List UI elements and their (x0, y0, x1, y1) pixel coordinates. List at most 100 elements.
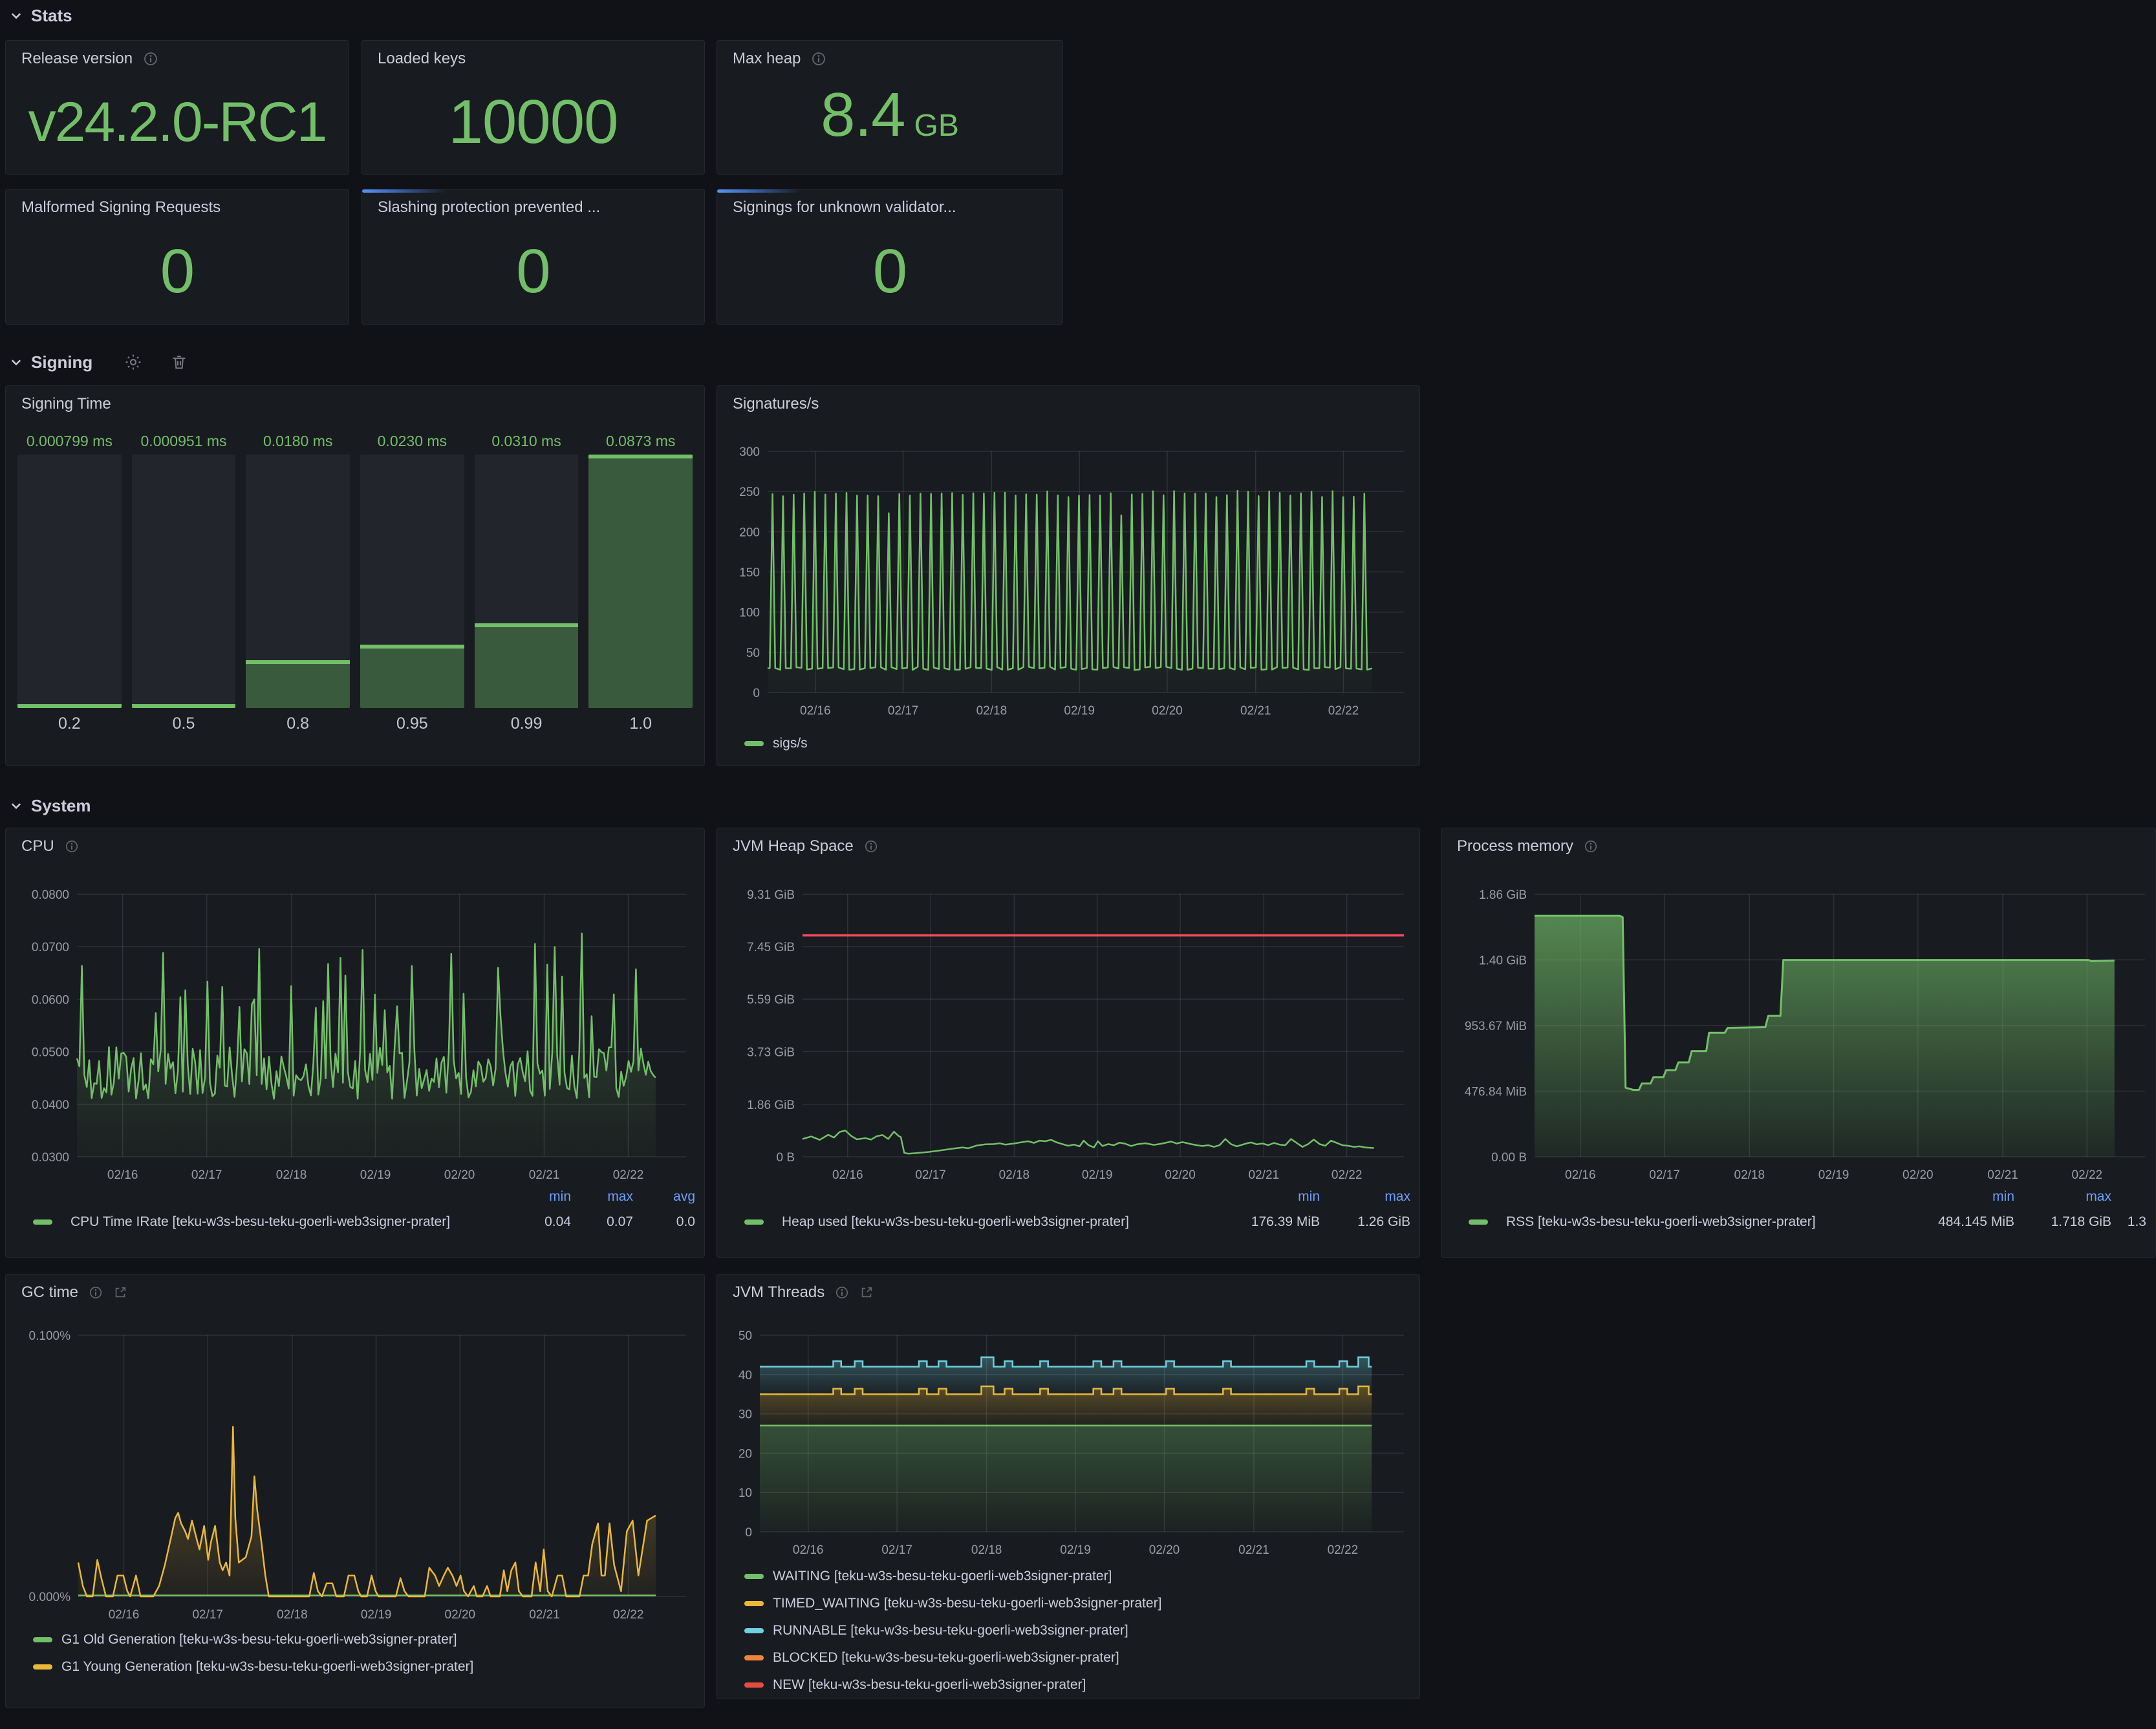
info-icon[interactable] (864, 839, 878, 854)
svg-text:1.40 GiB: 1.40 GiB (1479, 954, 1527, 968)
legend-header-max[interactable]: max (2014, 1189, 2111, 1205)
panel-title[interactable]: Loaded keys (378, 50, 466, 68)
svg-text:02/22: 02/22 (2072, 1168, 2103, 1182)
legend-item-sigs[interactable]: sigs/s (744, 730, 1410, 757)
svg-text:30: 30 (738, 1408, 752, 1422)
panel-unknown-validator: Signings for unknown validator... 0 (717, 189, 1063, 325)
svg-text:02/16: 02/16 (793, 1543, 824, 1557)
process-memory-chart[interactable]: 0.00 B476.84 MiB953.67 MiB1.40 GiB1.86 G… (1450, 859, 2146, 1183)
jvm-heap-chart[interactable]: 0 B1.86 GiB3.73 GiB5.59 GiB7.45 GiB9.31 … (726, 859, 1410, 1183)
svg-text:0: 0 (745, 1526, 752, 1540)
panel-title[interactable]: Slashing protection prevented ... (378, 199, 600, 217)
gear-icon[interactable] (124, 352, 143, 372)
chevron-down-icon (9, 799, 23, 813)
svg-text:02/21: 02/21 (529, 1168, 560, 1182)
panel-loading-indicator (362, 189, 446, 193)
panel-max-heap: Max heap 8.4 GB (717, 40, 1063, 175)
stat-value: 8.4 (821, 80, 905, 151)
external-link-icon[interactable] (113, 1285, 127, 1300)
panel-title[interactable]: Signing Time (21, 395, 111, 413)
panel-loaded-keys: Loaded keys 10000 (361, 40, 705, 175)
panel-title[interactable]: GC time (21, 1283, 78, 1302)
trash-icon[interactable] (170, 353, 188, 371)
legend-item-timed-waiting[interactable]: TIMED_WAITING [teku-w3s-besu-teku-goerli… (744, 1590, 1410, 1617)
panel-release-version: Release version v24.2.0-RC1 (5, 40, 349, 175)
svg-text:02/21: 02/21 (529, 1608, 560, 1622)
legend-header-min[interactable]: min (1210, 1189, 1320, 1205)
svg-text:0.0600: 0.0600 (32, 993, 69, 1007)
svg-text:5.59 GiB: 5.59 GiB (747, 993, 795, 1007)
cpu-chart[interactable]: 0.03000.04000.05000.06000.07000.080002/1… (15, 859, 695, 1183)
svg-text:02/21: 02/21 (1240, 704, 1271, 718)
legend-item-new[interactable]: NEW [teku-w3s-besu-teku-goerli-web3signe… (744, 1671, 1410, 1699)
svg-text:02/22: 02/22 (613, 1168, 644, 1182)
svg-text:02/16: 02/16 (832, 1168, 863, 1182)
info-icon[interactable] (143, 51, 158, 67)
svg-text:02/20: 02/20 (1165, 1168, 1196, 1182)
jvm-threads-chart[interactable]: 0102030405002/1602/1702/1802/1902/2002/2… (726, 1305, 1410, 1560)
svg-text:0.000%: 0.000% (29, 1591, 71, 1604)
chevron-down-icon (9, 8, 23, 23)
svg-text:100: 100 (739, 607, 760, 620)
legend-color-dash (744, 1628, 764, 1633)
bar-gauge-cell: 0.0873 ms 1.0 (588, 433, 693, 733)
legend-color-dash (33, 1664, 52, 1670)
legend-header-avg[interactable]: avg (633, 1189, 695, 1205)
grafana-dashboard: Stats Release version v24.2.0-RC1 Loaded… (0, 0, 2156, 1729)
svg-text:0.0400: 0.0400 (32, 1099, 69, 1112)
svg-text:20: 20 (738, 1447, 752, 1461)
panel-signing-time: Signing Time 0.000799 ms 0.2 0.000951 ms… (5, 385, 705, 766)
svg-text:150: 150 (739, 566, 760, 580)
bar-gauge-cell: 0.000799 ms 0.2 (17, 433, 122, 733)
legend-item-waiting[interactable]: WAITING [teku-w3s-besu-teku-goerli-web3s… (744, 1563, 1410, 1590)
svg-text:02/18: 02/18 (276, 1168, 307, 1182)
svg-text:02/18: 02/18 (999, 1168, 1030, 1182)
panel-title[interactable]: Malformed Signing Requests (21, 199, 221, 217)
svg-text:02/17: 02/17 (888, 704, 919, 718)
panel-title[interactable]: JVM Heap Space (733, 837, 854, 855)
panel-title[interactable]: Signatures/s (733, 395, 819, 413)
svg-text:476.84 MiB: 476.84 MiB (1465, 1085, 1527, 1099)
info-icon[interactable] (811, 51, 826, 67)
info-icon[interactable] (65, 839, 79, 854)
panel-cpu: CPU 0.03000.04000.05000.06000.07000.0800… (5, 828, 705, 1258)
legend-item-g1-old[interactable]: G1 Old Generation [teku-w3s-besu-teku-go… (33, 1626, 695, 1653)
legend-header-min[interactable]: min (509, 1189, 571, 1205)
panel-title[interactable]: Release version (21, 50, 133, 68)
svg-text:02/17: 02/17 (192, 1608, 223, 1622)
svg-text:02/18: 02/18 (1734, 1168, 1765, 1182)
info-icon[interactable] (1584, 839, 1598, 854)
svg-text:0.00 B: 0.00 B (1491, 1151, 1527, 1165)
panel-title[interactable]: CPU (21, 837, 54, 855)
svg-text:0: 0 (753, 687, 760, 700)
legend-color-dash (744, 1574, 764, 1579)
svg-text:02/20: 02/20 (445, 1608, 476, 1622)
gc-time-chart[interactable]: 0.000%0.100%02/1602/1702/1802/1902/2002/… (15, 1305, 695, 1624)
section-signing[interactable]: Signing (9, 347, 188, 378)
stat-value: 0 (873, 236, 907, 307)
panel-title[interactable]: Signings for unknown validator... (733, 199, 956, 217)
svg-text:0.0700: 0.0700 (32, 941, 69, 954)
info-icon[interactable] (89, 1285, 103, 1300)
panel-title[interactable]: Process memory (1457, 837, 1573, 855)
legend-header-max[interactable]: max (1320, 1189, 1410, 1205)
legend-color-dash (1469, 1219, 1488, 1225)
legend-header-min[interactable]: min (1904, 1189, 2014, 1205)
panel-title[interactable]: Max heap (733, 50, 801, 68)
external-link-icon[interactable] (859, 1285, 874, 1300)
legend-item-g1-young[interactable]: G1 Young Generation [teku-w3s-besu-teku-… (33, 1653, 695, 1681)
svg-text:02/17: 02/17 (191, 1168, 222, 1182)
panel-title[interactable]: JVM Threads (733, 1283, 825, 1302)
legend-item-runnable[interactable]: RUNNABLE [teku-w3s-besu-teku-goerli-web3… (744, 1617, 1410, 1644)
signatures-chart[interactable]: 05010015020025030002/1602/1702/1802/1902… (726, 417, 1410, 727)
section-stats[interactable]: Stats (9, 0, 72, 31)
svg-text:02/21: 02/21 (1249, 1168, 1280, 1182)
chevron-down-icon (9, 355, 23, 369)
stat-value: 0 (160, 236, 194, 307)
signing-time-bar-gauge[interactable]: 0.000799 ms 0.2 0.000951 ms 0.5 0.0180 m… (15, 433, 695, 733)
legend-header-max[interactable]: max (571, 1189, 633, 1205)
info-icon[interactable] (835, 1285, 849, 1300)
section-system[interactable]: System (9, 790, 91, 821)
legend-item-blocked[interactable]: BLOCKED [teku-w3s-besu-teku-goerli-web3s… (744, 1644, 1410, 1671)
legend-item-heap-used: Heap used [teku-w3s-besu-teku-goerli-web… (744, 1208, 1410, 1236)
